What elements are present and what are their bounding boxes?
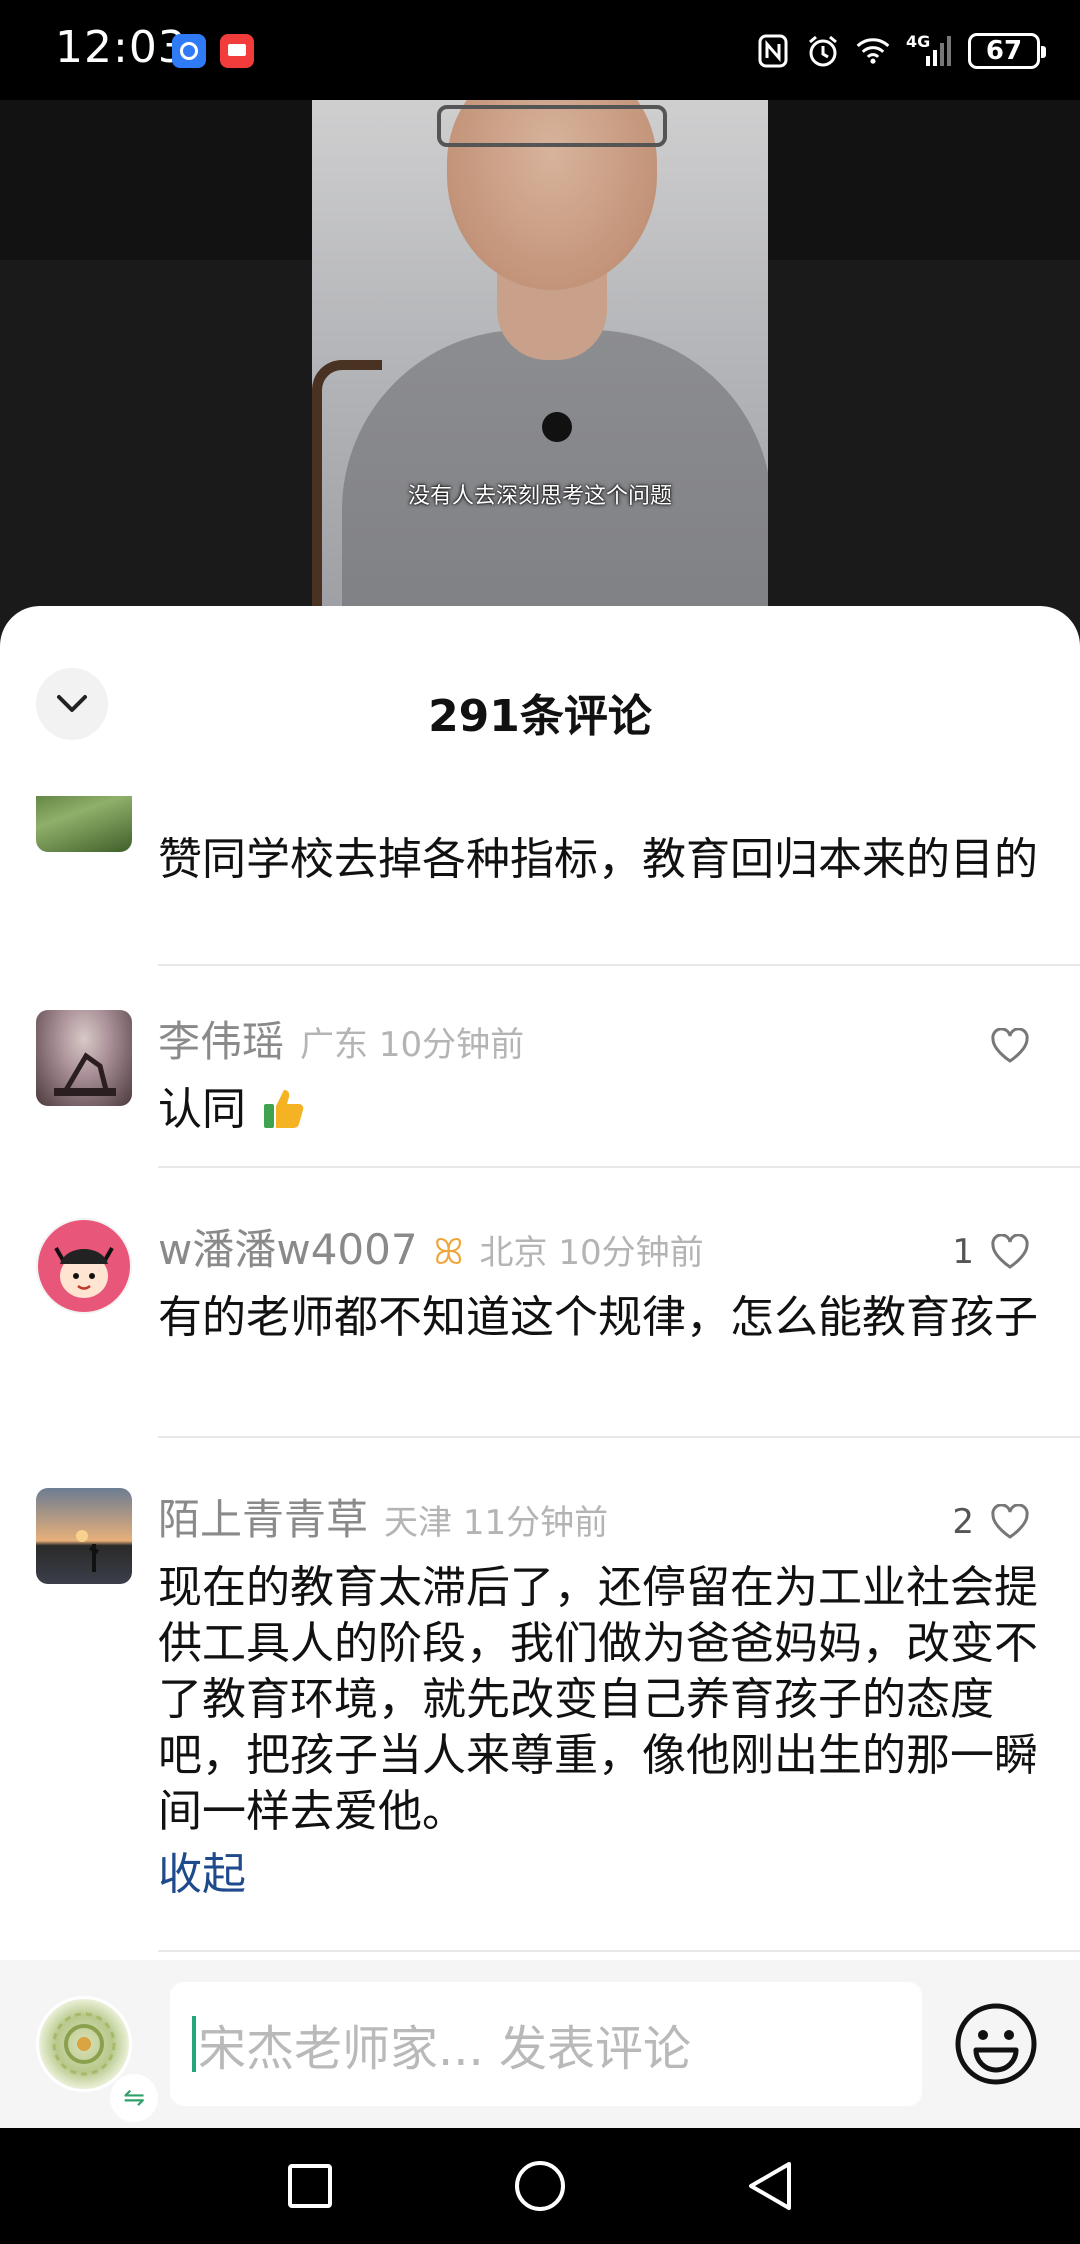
- network-type: 4G: [906, 32, 931, 51]
- comment-header: 陌上青青草 天津 11分钟前: [158, 1486, 608, 1547]
- comment-input-bar: ⇋ 宋杰老师家... 发表评论: [0, 1960, 1080, 2128]
- comment-text: 有的老师都不知道这个规律，怎么能教育孩子: [158, 1292, 1038, 1343]
- like-button[interactable]: 1: [952, 1232, 1030, 1272]
- comment-meta: 天津 11分钟前: [384, 1503, 609, 1543]
- my-avatar[interactable]: [36, 1996, 132, 2092]
- avatar[interactable]: [36, 1010, 132, 1106]
- app-notification-icon: [172, 34, 206, 68]
- video-player[interactable]: 没有人去深刻思考这个问题: [312, 100, 768, 660]
- home-button[interactable]: [510, 2156, 570, 2216]
- status-icons: 4G 67: [756, 28, 1046, 74]
- comment-meta: 广东 10分钟前: [300, 1025, 525, 1065]
- emoji-button[interactable]: [954, 2002, 1038, 2086]
- comment-text: 认同: [158, 1082, 1038, 1138]
- heart-icon: [991, 1234, 1029, 1269]
- like-count: 1: [952, 1232, 974, 1272]
- status-time: 12:03: [55, 22, 187, 73]
- comment-meta: 北京 10分钟前: [479, 1233, 704, 1273]
- comment-header: 李伟瑶 广东 10分钟前: [158, 1008, 524, 1069]
- triangle-back-icon: [749, 2162, 791, 2210]
- heart-icon: [991, 1504, 1029, 1539]
- comment-text: 现在的教育太滞后了，还停留在为工业社会提供工具人的阶段，我们做为爸爸妈妈，改变不…: [158, 1562, 1038, 1837]
- thumbs-up-emoji-icon: [264, 1090, 304, 1128]
- video-subtitle: 没有人去深刻思考这个问题: [407, 484, 672, 509]
- like-button[interactable]: [990, 1028, 1030, 1064]
- recents-button[interactable]: [280, 2156, 340, 2216]
- comment-count-title: 291条评论: [428, 691, 652, 742]
- comment-input[interactable]: 宋杰老师家... 发表评论: [170, 1982, 922, 2106]
- wifi-icon: [856, 34, 890, 68]
- signal-icon: 4G: [906, 34, 952, 68]
- avatar[interactable]: [36, 1218, 132, 1314]
- comment-sheet: 291条评论 赞同学校去掉各种指标，教育回归本来的目的 李伟瑶 广东 10分钟前…: [0, 606, 1080, 2128]
- switch-account-icon[interactable]: ⇋: [110, 2074, 158, 2122]
- comment-list[interactable]: 赞同学校去掉各种指标，教育回归本来的目的 李伟瑶 广东 10分钟前 认同 w潘潘…: [0, 796, 1080, 1996]
- collapse-comment-link[interactable]: 收起: [158, 1838, 246, 1902]
- battery-indicator: 67: [968, 33, 1046, 69]
- like-button[interactable]: 2: [952, 1502, 1030, 1542]
- smiley-icon: [955, 2003, 1037, 2085]
- circle-icon: [515, 2161, 565, 2211]
- text-caret: [192, 2016, 196, 2072]
- back-button[interactable]: [740, 2156, 800, 2216]
- alarm-icon: [806, 34, 840, 68]
- speaker-glasses: [437, 105, 667, 147]
- square-icon: [288, 2164, 332, 2208]
- comment-author[interactable]: w潘潘w4007: [158, 1216, 418, 1277]
- fan-badge-icon: ꕤ: [433, 1232, 464, 1273]
- comment-header: w潘潘w4007 ꕤ 北京 10分钟前: [158, 1216, 704, 1277]
- nfc-icon: [756, 34, 790, 68]
- comment-author[interactable]: 陌上青青草: [158, 1486, 368, 1547]
- avatar[interactable]: [36, 1488, 132, 1584]
- heart-icon: [991, 1028, 1029, 1063]
- like-count: 2: [952, 1502, 974, 1542]
- status-bar: 12:03 4G 67: [0, 0, 1080, 100]
- avatar[interactable]: [36, 796, 132, 852]
- system-nav-bar: [0, 2128, 1080, 2244]
- comment-input-placeholder: 宋杰老师家... 发表评论: [198, 2021, 692, 2077]
- lapel-mic: [542, 412, 572, 442]
- comment-text: 赞同学校去掉各种指标，教育回归本来的目的: [158, 834, 1038, 885]
- message-notification-icon: [220, 34, 254, 68]
- comment-author[interactable]: 李伟瑶: [158, 1008, 284, 1069]
